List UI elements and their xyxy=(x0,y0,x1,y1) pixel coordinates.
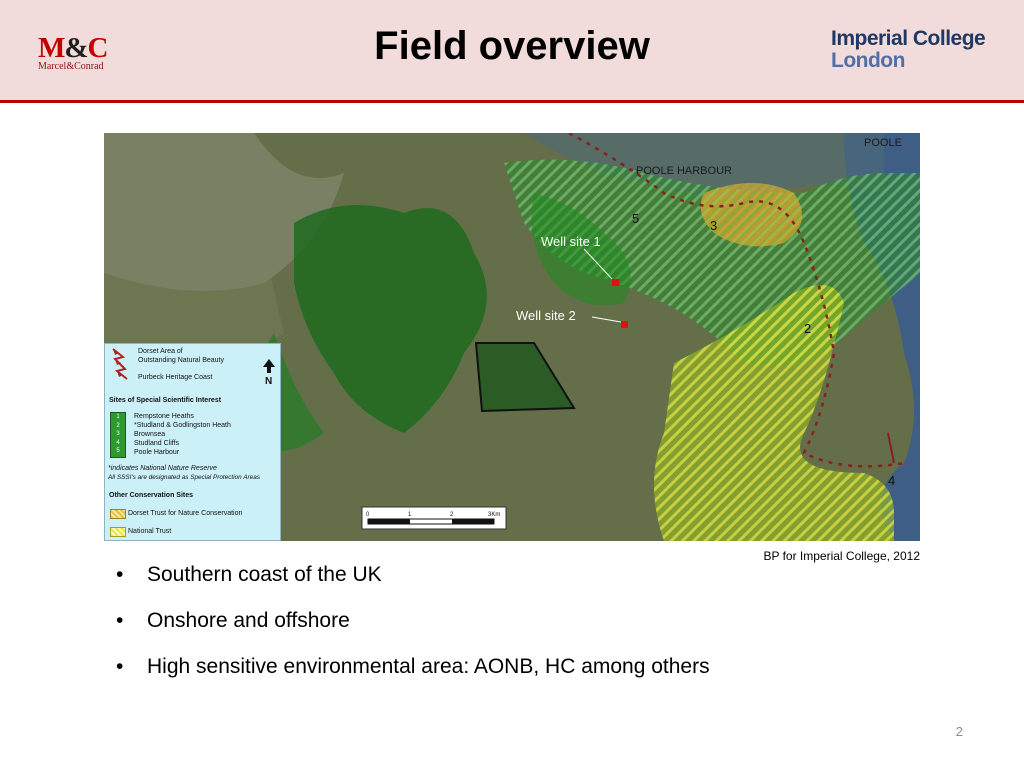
bullet-icon: • xyxy=(116,655,124,678)
well-site-1-label: Well site 1 xyxy=(541,234,601,249)
legend-sssi-4: Studland Cliffs xyxy=(134,440,180,447)
bullet-item: • Southern coast of the UK xyxy=(116,560,710,606)
legend-other-heading: Other Conservation Sites xyxy=(109,492,194,499)
bullet-list: • Southern coast of the UK • Onshore and o… xyxy=(116,560,710,698)
sssi-num-4: 4 xyxy=(116,439,120,446)
aonb-legend-symbol xyxy=(112,348,128,380)
logo-ic-line1: Imperial College xyxy=(831,27,986,50)
area-2-label: 2 xyxy=(804,321,811,336)
bullet-text: Southern coast of the UK xyxy=(147,563,382,586)
well-site-2-label: Well site 2 xyxy=(516,308,576,323)
legend-sssi-1: Rempstone Heaths xyxy=(134,413,194,420)
poole-label: POOLE xyxy=(864,137,902,149)
legend-aonb-line2: Outstanding Natural Beauty xyxy=(138,357,224,364)
legend-sssi-2: *Studland & Godlingston Heath xyxy=(134,422,231,429)
imperial-college-logo: Imperial College London xyxy=(831,27,986,72)
page-number: 2 xyxy=(955,724,963,739)
bullet-icon: • xyxy=(116,563,124,586)
scale-tick-3: 3Km xyxy=(488,512,500,518)
legend-sssi-5: Poole Harbour xyxy=(134,449,180,456)
sssi-legend-swatch: 1 2 3 4 5 xyxy=(110,412,126,458)
legend-north-label: N xyxy=(265,376,273,387)
dorset-trust-swatch xyxy=(110,509,126,519)
scale-bar-segment-1 xyxy=(368,519,410,524)
national-trust-swatch xyxy=(110,527,126,537)
area-4-label: 4 xyxy=(888,473,895,488)
well-site-2-marker xyxy=(621,321,628,328)
poole-harbour-label: POOLE HARBOUR xyxy=(636,165,732,177)
scale-bar-segment-3 xyxy=(452,519,494,524)
legend-aonb-line1: Dorset Area of xyxy=(138,348,183,355)
header-divider xyxy=(0,100,1024,103)
area-5-label: 5 xyxy=(632,211,639,226)
bullet-item: • High sensitive environmental area: AONB… xyxy=(116,652,710,698)
bullet-item: • Onshore and offshore xyxy=(116,606,710,652)
legend-other-2: National Trust xyxy=(128,528,172,535)
sssi-num-3: 3 xyxy=(116,431,120,438)
sssi-num-1: 1 xyxy=(116,414,120,420)
north-arrow-icon xyxy=(263,359,275,373)
legend-note-spa: All SSSI's are designated as Special Pro… xyxy=(108,474,260,481)
legend-heritage-coast: Purbeck Heritage Coast xyxy=(138,374,213,381)
bullet-text: High sensitive environmental area: AONB,… xyxy=(147,655,710,678)
legend-other-1: Dorset Trust for Nature Conservation xyxy=(128,510,243,517)
legend-note-nnr: *indicates National Nature Reserve xyxy=(108,465,217,472)
area-3-label: 3 xyxy=(710,218,717,233)
image-credit: BP for Imperial College, 2012 xyxy=(763,549,920,563)
well-site-1-marker xyxy=(612,279,619,286)
logo-ic-line2: London xyxy=(831,49,905,72)
legend-sssi-heading: Sites of Special Scientific Interest xyxy=(109,397,222,404)
bullet-icon: • xyxy=(116,609,124,632)
scale-bar-box xyxy=(361,506,507,530)
bullet-text: Onshore and offshore xyxy=(147,609,350,632)
legend-sssi-3: Brownsea xyxy=(134,431,166,438)
sssi-num-5: 5 xyxy=(116,448,120,455)
sssi-num-2: 2 xyxy=(116,422,120,429)
map-legend: Dorset Area of Outstanding Natural Beaut… xyxy=(104,343,281,541)
